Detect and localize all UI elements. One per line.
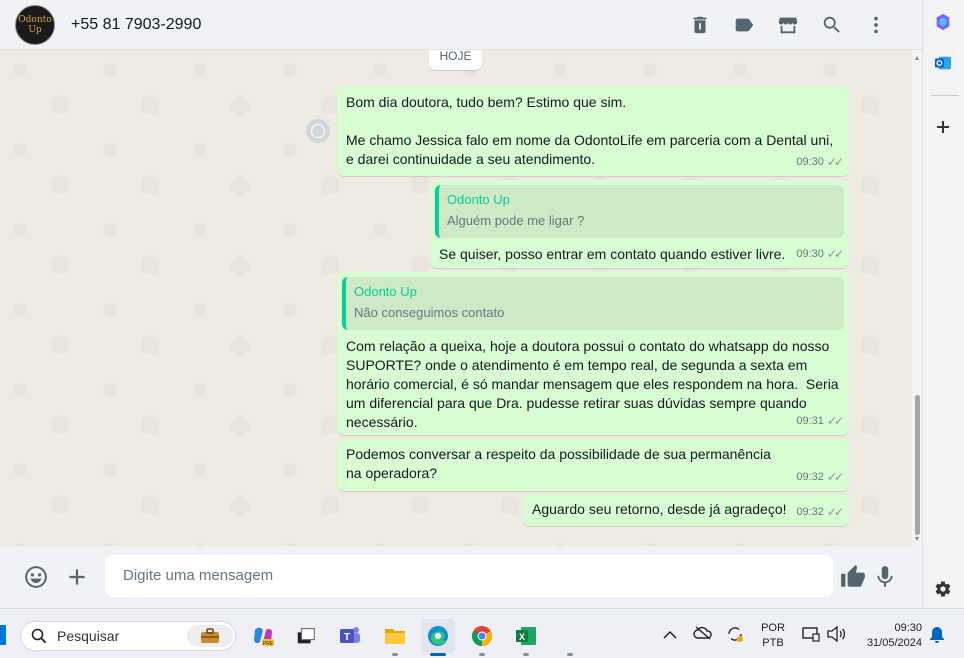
running-indicator	[479, 653, 485, 656]
taskbar-search[interactable]: Pesquisar	[20, 621, 236, 651]
system-clock[interactable]: 09:30 31/05/2024	[856, 621, 922, 651]
chrome-app-icon[interactable]	[465, 619, 499, 653]
task-view-app-icon[interactable]	[289, 619, 323, 653]
message-bubble[interactable]: Podemos conversar a respeito da possibil…	[337, 439, 849, 491]
windows-taskbar: Pesquisar PRE T X POR PTB 09:30 31/05/20…	[0, 608, 964, 658]
quote-author: Odonto Up	[447, 192, 510, 207]
message-input[interactable]: Digite uma mensagem	[105, 555, 833, 597]
message-bubble[interactable]: Odonto Up Alguém pode me ligar ? Se quis…	[430, 180, 849, 268]
start-icon[interactable]	[0, 625, 6, 645]
read-ticks-icon: ✓✓	[826, 414, 844, 428]
onedrive-paused-icon[interactable]	[693, 625, 713, 646]
sync-icon[interactable]	[725, 624, 745, 649]
excel-app-icon[interactable]: X	[509, 619, 543, 653]
clock-time: 09:30	[894, 622, 922, 634]
message-time: 09:30	[796, 156, 824, 168]
quoted-message[interactable]: Odonto Up Não conseguimos contato	[342, 277, 844, 330]
edge-side-panel	[922, 0, 964, 608]
trash-icon[interactable]	[678, 0, 722, 50]
message-bubble[interactable]: Odonto Up Não conseguimos contato Com re…	[337, 272, 849, 435]
active-indicator	[430, 653, 446, 656]
running-indicator	[567, 653, 573, 656]
attach-plus-icon[interactable]	[62, 562, 92, 592]
copilot-app-icon[interactable]: PRE	[246, 619, 280, 653]
message-time: 09:32	[796, 471, 824, 483]
message-meta: 09:31 ✓✓	[796, 412, 844, 431]
outlook-icon[interactable]	[934, 54, 952, 72]
scroll-down-icon[interactable]: ▼	[913, 536, 921, 544]
header-actions	[678, 0, 898, 50]
file-explorer-app-icon[interactable]	[378, 619, 412, 653]
search-icon	[31, 628, 47, 644]
copilot-icon[interactable]	[934, 13, 952, 31]
running-indicator	[392, 653, 398, 656]
search-icon[interactable]	[810, 0, 854, 50]
chat-scrollbar[interactable]: ▲ ▼	[912, 50, 922, 546]
quote-text: Não conseguimos contato	[354, 305, 505, 320]
notification-bell-icon[interactable]	[929, 626, 945, 649]
quote-text: Alguém pode me ligar ?	[447, 213, 585, 228]
lang-line1: POR	[761, 622, 785, 634]
read-ticks-icon: ✓✓	[826, 155, 844, 169]
edge-app-icon[interactable]	[421, 619, 455, 653]
taskbar-search-placeholder: Pesquisar	[57, 628, 120, 644]
thumbs-up-icon[interactable]	[838, 562, 868, 592]
input-language[interactable]: POR PTB	[759, 621, 787, 651]
contact-name[interactable]: +55 81 7903-2990	[71, 16, 201, 34]
label-icon[interactable]	[722, 0, 766, 50]
teams-app-icon[interactable]: T	[333, 619, 367, 653]
message-meta: 09:30 ✓✓	[796, 245, 844, 264]
chevron-up-icon[interactable]	[663, 627, 677, 645]
message-bubble[interactable]: Bom dia doutora, tudo bem? Estimo que si…	[337, 86, 849, 176]
clock-date: 31/05/2024	[866, 637, 922, 649]
message-meta: 09:32 ✓✓	[796, 503, 844, 522]
message-time: 09:31	[796, 415, 824, 427]
svg-text:T: T	[344, 632, 350, 643]
message-text: Se quiser, posso entrar em contato quand…	[439, 246, 786, 262]
lang-line2: PTB	[762, 637, 784, 649]
briefcase-icon	[187, 625, 233, 647]
add-icon[interactable]	[935, 119, 951, 135]
store-icon[interactable]	[766, 0, 810, 50]
date-chip: HOJE	[429, 50, 482, 70]
message-text: Podemos conversar a respeito da possibil…	[346, 446, 775, 481]
chat-header: Odonto Up +55 81 7903-2990	[0, 0, 922, 50]
svg-text:PRE: PRE	[263, 641, 274, 647]
quote-author: Odonto Up	[354, 284, 417, 299]
svg-text:X: X	[519, 632, 525, 642]
menu-icon[interactable]	[854, 0, 898, 50]
running-indicator	[523, 653, 529, 656]
message-time: 09:30	[796, 248, 824, 260]
quoted-message[interactable]: Odonto Up Alguém pode me ligar ?	[435, 185, 844, 238]
read-ticks-icon: ✓✓	[826, 505, 844, 519]
read-ticks-icon: ✓✓	[826, 470, 844, 484]
settings-icon[interactable]	[934, 580, 952, 598]
message-meta: 09:30 ✓✓	[796, 153, 844, 172]
scroll-up-icon[interactable]: ▲	[913, 55, 921, 63]
microphone-icon[interactable]	[870, 562, 900, 592]
message-text: Bom dia doutora, tudo bem? Estimo que si…	[346, 94, 834, 167]
message-time: 09:32	[796, 506, 824, 518]
message-meta: 09:32 ✓✓	[796, 468, 844, 487]
chat-area[interactable]: HOJE Bom dia doutora, tudo bem? Estimo q…	[0, 50, 912, 546]
message-composer: Digite uma mensagem	[0, 546, 922, 608]
side-divider	[931, 95, 959, 96]
avatar-logo: Odonto Up	[18, 14, 52, 35]
emoji-icon[interactable]	[21, 562, 51, 592]
network-icon[interactable]	[801, 625, 821, 648]
volume-icon[interactable]	[826, 625, 846, 648]
read-ticks-icon: ✓✓	[826, 247, 844, 261]
message-bubble[interactable]: Aguardo seu retorno, desde já agradeço! …	[523, 494, 849, 526]
contact-avatar[interactable]: Odonto Up	[15, 4, 55, 45]
emoji-reaction-icon[interactable]	[306, 119, 330, 143]
message-text: Com relação a queixa, hoje a doutora pos…	[346, 338, 843, 430]
scroll-thumb[interactable]	[915, 395, 920, 535]
